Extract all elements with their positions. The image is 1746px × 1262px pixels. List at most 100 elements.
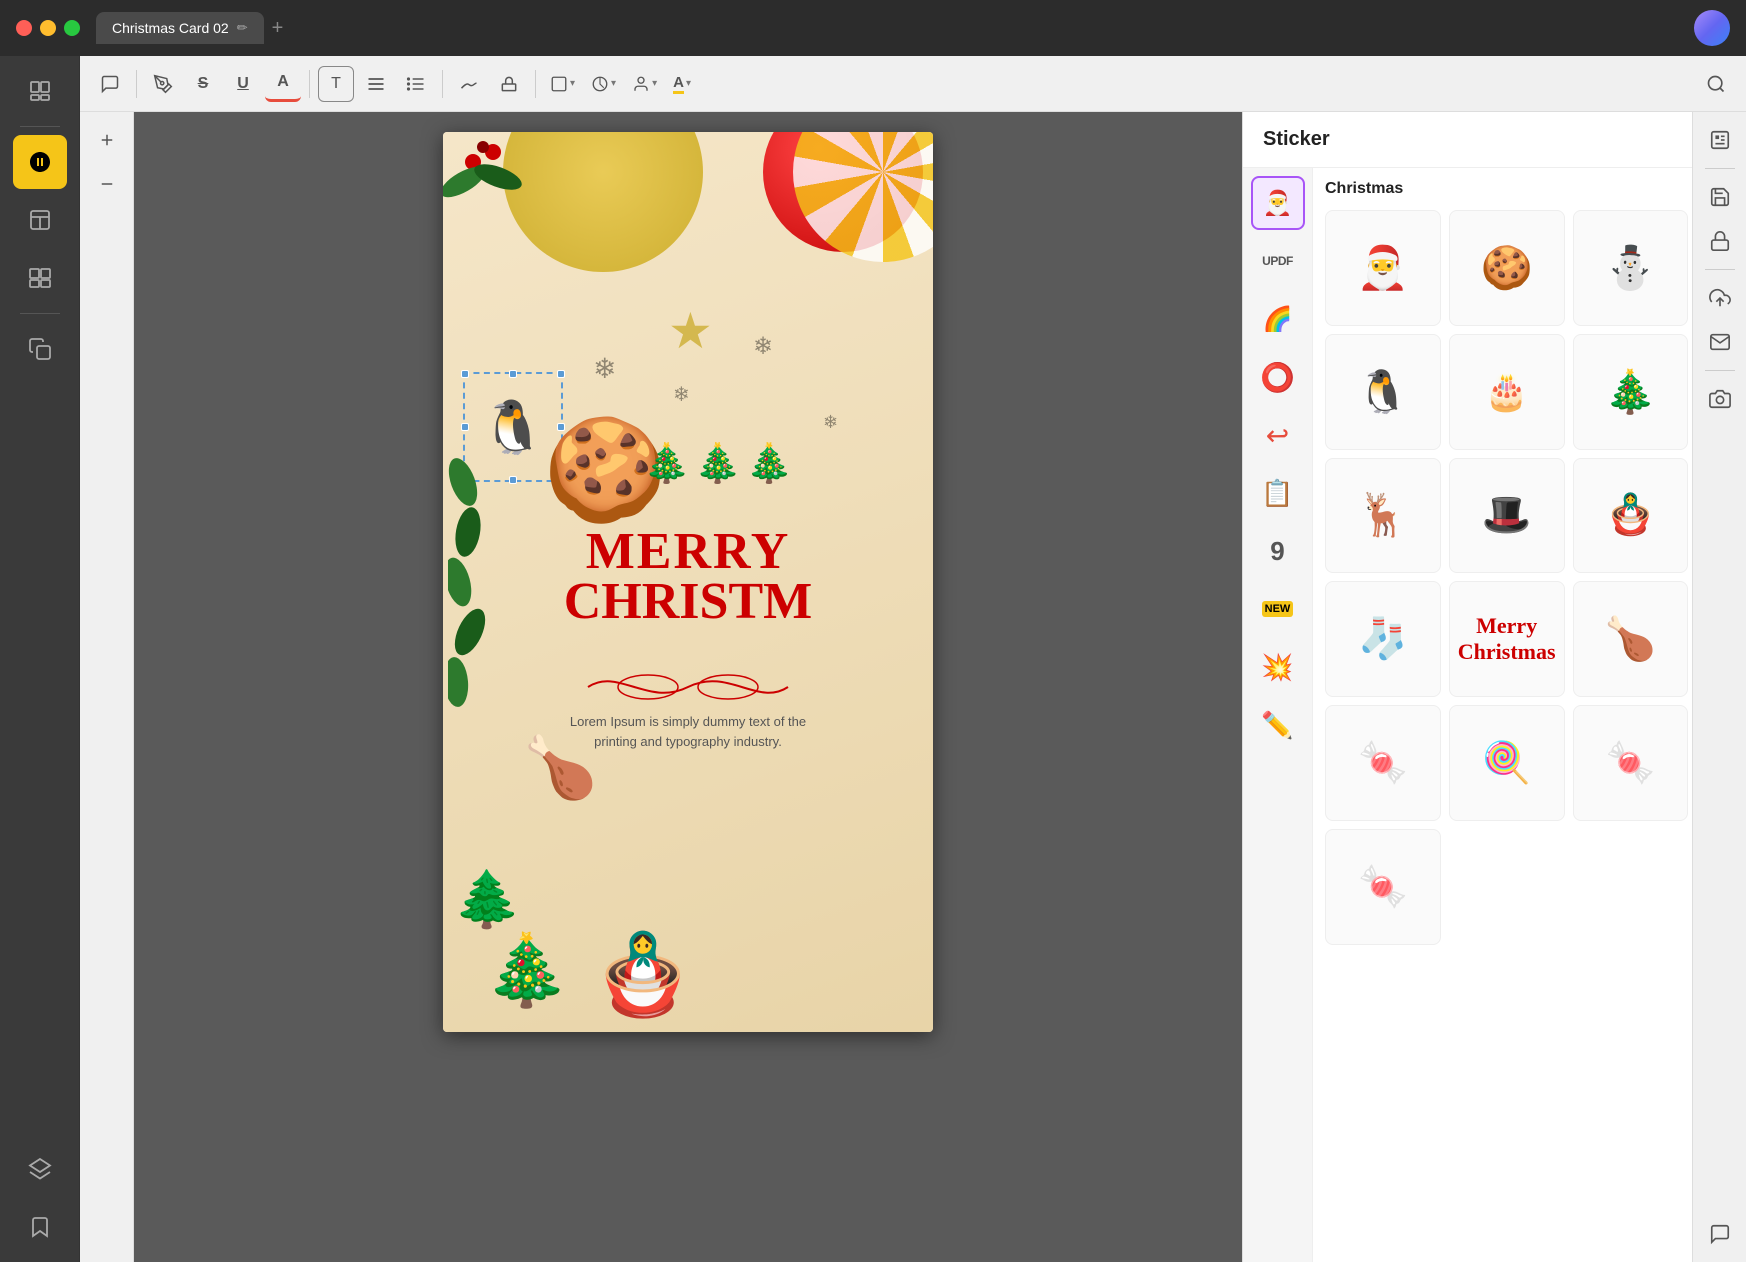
sticker-tree[interactable]: 🎄 bbox=[1573, 334, 1689, 450]
sticker-candy-red[interactable]: 🍬 bbox=[1325, 705, 1441, 821]
handle-bm[interactable] bbox=[509, 476, 517, 484]
category-shapes[interactable]: ⭕ bbox=[1251, 350, 1305, 404]
category-labels[interactable]: NEW bbox=[1251, 582, 1305, 636]
handle-tm[interactable] bbox=[509, 370, 517, 378]
camera-button[interactable] bbox=[1700, 379, 1740, 419]
sidebar-item-layout[interactable] bbox=[13, 251, 67, 305]
sticker-snowman[interactable]: ⛄ bbox=[1573, 210, 1689, 326]
pen-button[interactable] bbox=[145, 66, 181, 102]
text-box-button[interactable]: T bbox=[318, 66, 354, 102]
pinecone: 🌲 bbox=[453, 867, 521, 932]
sticker-candy-blue[interactable]: 🍬 bbox=[1573, 705, 1689, 821]
category-updf[interactable]: UPDF bbox=[1251, 234, 1305, 288]
user-button[interactable]: ▾ bbox=[626, 71, 663, 97]
gold-star: ★ bbox=[668, 302, 713, 360]
shapes-icon: ⭕ bbox=[1260, 361, 1295, 394]
stamp-button[interactable] bbox=[491, 66, 527, 102]
left-sidebar bbox=[0, 56, 80, 1262]
category-numbers[interactable]: 9 bbox=[1251, 524, 1305, 578]
sticker-nutcracker[interactable]: 🪆 bbox=[1573, 458, 1689, 574]
labels-icon: NEW bbox=[1262, 601, 1294, 617]
category-pencil[interactable]: ✏️ bbox=[1251, 698, 1305, 752]
rail-btn-2[interactable] bbox=[87, 164, 127, 204]
sticker-reindeer[interactable]: 🦌 bbox=[1325, 458, 1441, 574]
save-button[interactable] bbox=[1700, 177, 1740, 217]
canvas-area: 🐧 🍪 bbox=[80, 112, 1746, 1262]
draw-color-button[interactable]: ▾ bbox=[585, 71, 622, 97]
sidebar-divider-2 bbox=[20, 313, 60, 314]
sticker-stocking[interactable]: 🧦 bbox=[1325, 581, 1441, 697]
sidebar-item-template[interactable] bbox=[13, 193, 67, 247]
card-christmas-text: CHRISTM bbox=[564, 572, 812, 631]
search-button[interactable] bbox=[1698, 66, 1734, 102]
canvas-column: S U A T bbox=[80, 56, 1746, 1262]
rail-btn-1[interactable] bbox=[87, 120, 127, 160]
pencil-icon: ✏️ bbox=[1261, 710, 1293, 741]
toolbar: S U A T bbox=[80, 56, 1746, 112]
category-christmas[interactable]: 🎅 bbox=[1251, 176, 1305, 230]
category-burst[interactable]: 💥 bbox=[1251, 640, 1305, 694]
toolbar-divider-4 bbox=[535, 70, 536, 98]
comment-button[interactable] bbox=[92, 66, 128, 102]
ocr-button[interactable] bbox=[1700, 120, 1740, 160]
handle-tr[interactable] bbox=[557, 370, 565, 378]
sticker-candy-green[interactable]: 🍬 bbox=[1325, 829, 1441, 945]
sidebar-item-layers[interactable] bbox=[13, 1142, 67, 1196]
sticker-grid-area: Christmas 🎅 🍪 ⛄ bbox=[1313, 168, 1692, 1262]
sidebar-item-sticker[interactable] bbox=[13, 135, 67, 189]
sidebar-bottom bbox=[13, 1142, 67, 1254]
toolbar-right bbox=[1698, 66, 1734, 102]
tab-title: Christmas Card 02 bbox=[112, 20, 229, 36]
sticker-gingerbread[interactable]: 🍪 bbox=[1449, 210, 1565, 326]
edit-icon[interactable]: ✏ bbox=[237, 20, 248, 36]
toolbar-divider-3 bbox=[442, 70, 443, 98]
pudding-emoji: 🎂 bbox=[1484, 374, 1529, 410]
close-button[interactable] bbox=[16, 20, 32, 36]
category-column: 🎅 UPDF 🌈 ⭕ ↩ bbox=[1243, 168, 1313, 1262]
candy-red-emoji: 🍬 bbox=[1358, 743, 1408, 783]
category-emoji[interactable]: 🌈 bbox=[1251, 292, 1305, 346]
bottom-nutcracker: 🪆 bbox=[593, 928, 693, 1022]
sticker-hat[interactable]: 🎩 bbox=[1449, 458, 1565, 574]
far-right-rail bbox=[1692, 112, 1746, 1262]
email-button[interactable] bbox=[1700, 322, 1740, 362]
far-right-divider-2 bbox=[1705, 269, 1735, 270]
leaf-decoration bbox=[448, 432, 498, 732]
left-rail bbox=[80, 112, 134, 1262]
sticker-candy-gold[interactable]: 🍭 bbox=[1449, 705, 1565, 821]
lock-button[interactable] bbox=[1700, 221, 1740, 261]
handle-ml[interactable] bbox=[461, 423, 469, 431]
chat-button[interactable] bbox=[1700, 1214, 1740, 1254]
sticker-merry-text[interactable]: MerryChristmas bbox=[1449, 581, 1565, 697]
category-paper[interactable]: 📋 bbox=[1251, 466, 1305, 520]
text-format-button[interactable] bbox=[358, 66, 394, 102]
underline-button[interactable]: U bbox=[225, 66, 261, 102]
reindeer-emoji: 🦌 bbox=[1357, 494, 1409, 536]
minimize-button[interactable] bbox=[40, 20, 56, 36]
shape-button[interactable]: ▾ bbox=[544, 71, 581, 97]
card-lorem: Lorem Ipsum is simply dummy text of the … bbox=[548, 712, 828, 751]
sticker-turkey[interactable]: 🍗 bbox=[1573, 581, 1689, 697]
sticker-penguin[interactable]: 🐧 bbox=[1325, 334, 1441, 450]
maximize-button[interactable] bbox=[64, 20, 80, 36]
active-tab[interactable]: Christmas Card 02 ✏ bbox=[96, 12, 264, 44]
sidebar-item-bookmark[interactable] bbox=[13, 1200, 67, 1254]
signature-button[interactable] bbox=[451, 66, 487, 102]
title-bar-right bbox=[1694, 10, 1730, 46]
list-button[interactable] bbox=[398, 66, 434, 102]
text-color-button[interactable]: A bbox=[265, 66, 301, 102]
handle-tl[interactable] bbox=[461, 370, 469, 378]
sticker-pudding[interactable]: 🎂 bbox=[1449, 334, 1565, 450]
sidebar-item-pages[interactable] bbox=[13, 64, 67, 118]
sidebar-item-copy[interactable] bbox=[13, 322, 67, 376]
upload-button[interactable] bbox=[1700, 278, 1740, 318]
merry-text-sticker: MerryChristmas bbox=[1458, 613, 1556, 666]
strikethrough-button[interactable]: S bbox=[185, 66, 221, 102]
highlight-button[interactable]: A ▾ bbox=[667, 70, 697, 98]
sticker-santa[interactable]: 🎅 bbox=[1325, 210, 1441, 326]
add-tab-button[interactable]: + bbox=[272, 17, 284, 40]
paper-icon: 📋 bbox=[1261, 478, 1293, 509]
panel-content: 🎅 UPDF 🌈 ⭕ ↩ bbox=[1243, 168, 1692, 1262]
panel-title: Sticker bbox=[1243, 112, 1692, 168]
category-arrows[interactable]: ↩ bbox=[1251, 408, 1305, 462]
